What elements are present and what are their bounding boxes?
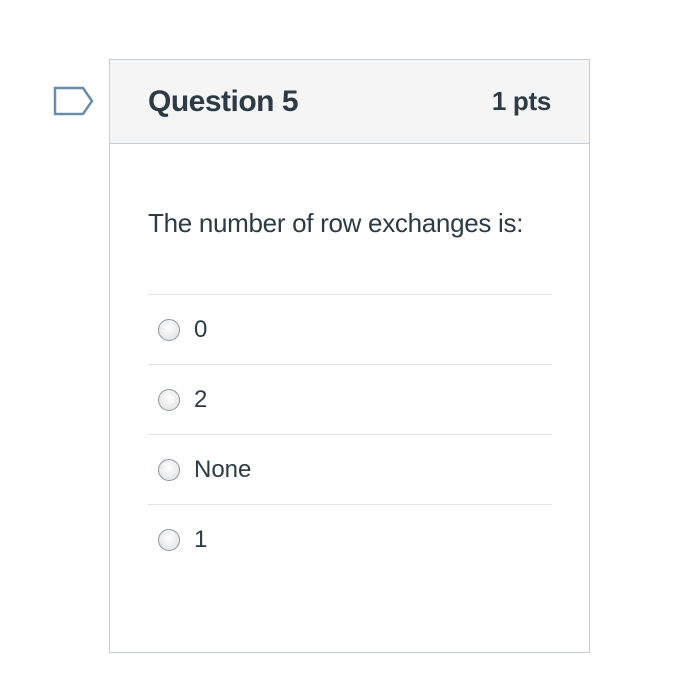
question-card: Question 5 1 pts The number of row excha…: [109, 59, 590, 653]
radio-button[interactable]: [158, 458, 180, 481]
answer-label: 0: [194, 315, 208, 343]
question-text: The number of row exchanges is:: [148, 208, 524, 238]
question-header: Question 5 1 pts: [110, 60, 589, 144]
question-points: 1 pts: [491, 86, 551, 116]
answer-option-none[interactable]: None: [148, 435, 552, 505]
answer-option-2[interactable]: 2: [148, 365, 552, 435]
answer-option-0[interactable]: 0: [148, 295, 552, 365]
answer-label: None: [194, 455, 252, 483]
radio-button[interactable]: [158, 318, 180, 341]
answer-label: 1: [194, 526, 208, 553]
answer-option-1[interactable]: 1: [148, 505, 552, 575]
radio-button[interactable]: [158, 388, 180, 411]
question-body: The number of row exchanges is: 0 2 None…: [110, 144, 589, 575]
flag-question-icon[interactable]: [53, 86, 95, 116]
question-title: Question 5: [148, 84, 299, 118]
answer-list: 0 2 None 1: [148, 294, 552, 575]
answer-label: 2: [194, 385, 208, 413]
radio-button[interactable]: [158, 529, 180, 551]
